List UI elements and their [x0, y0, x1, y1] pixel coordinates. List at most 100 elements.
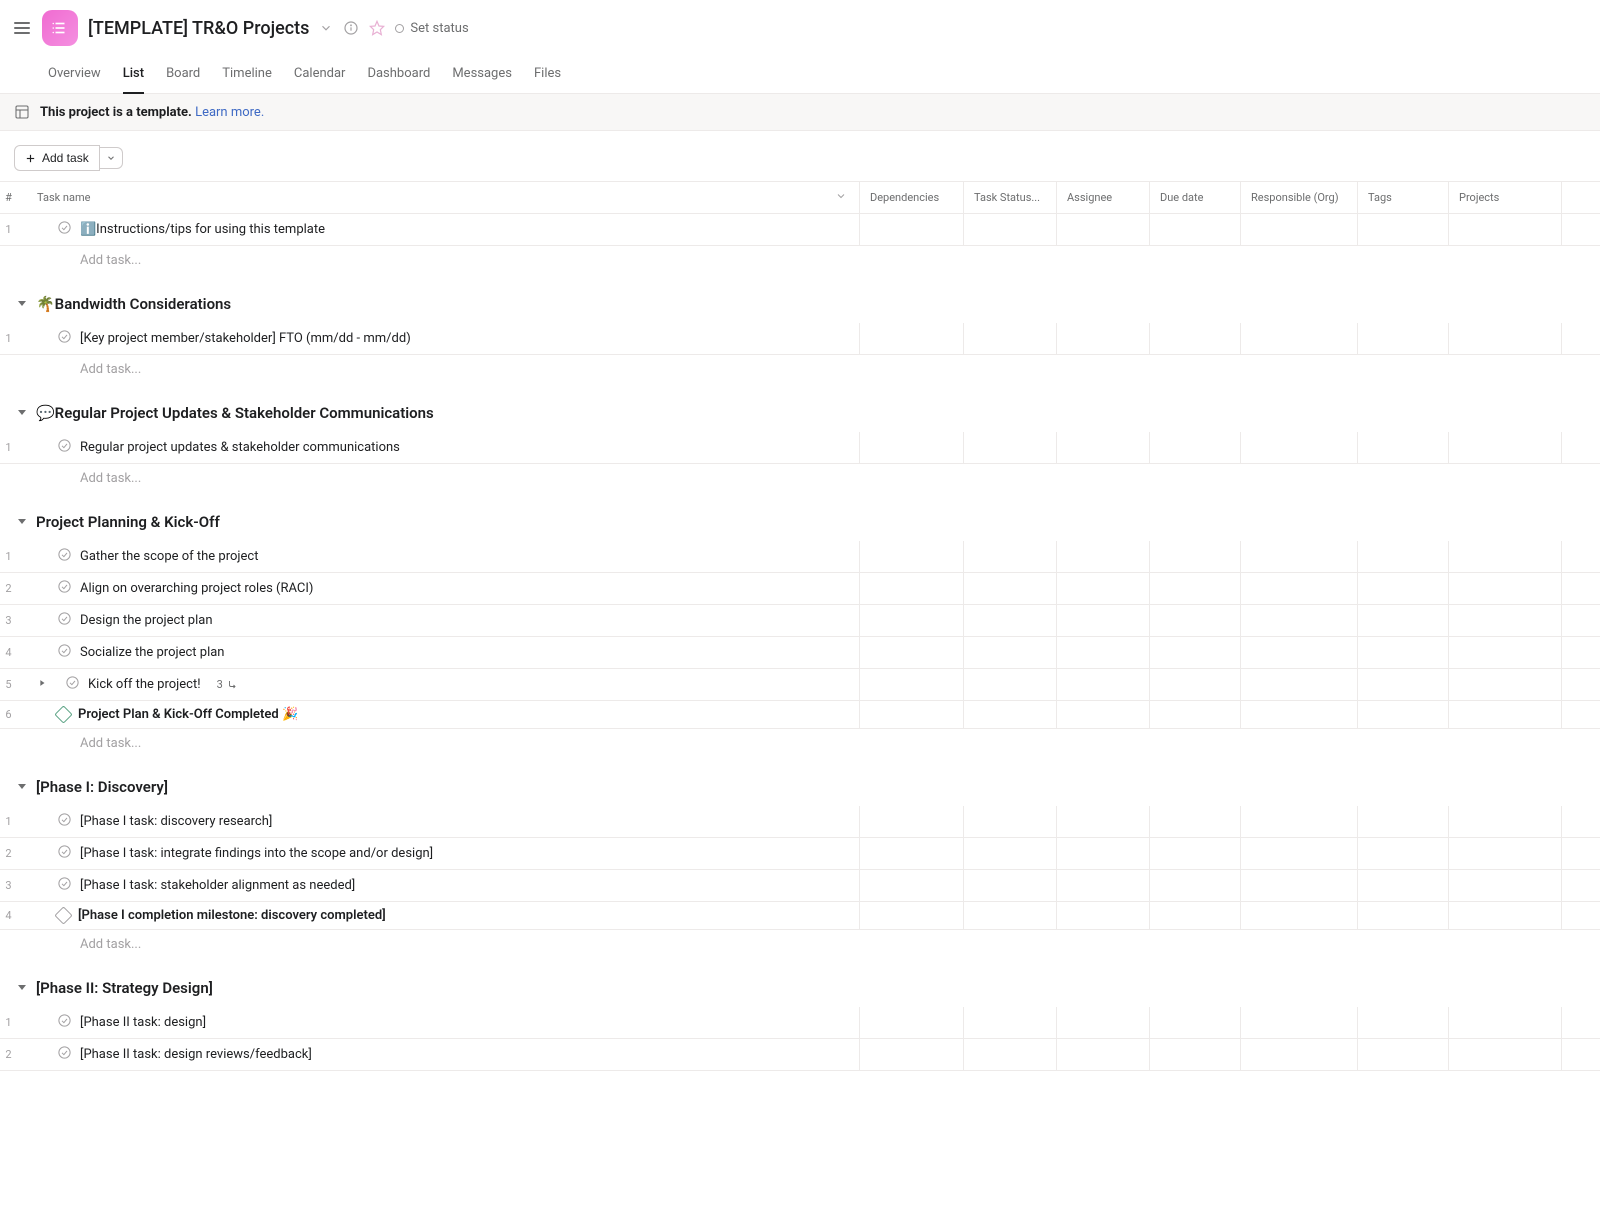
cell-tags[interactable] — [1358, 902, 1449, 929]
task-name-cell[interactable]: [Phase II task: design] — [17, 1007, 860, 1038]
star-icon[interactable] — [369, 20, 385, 36]
set-status-button[interactable]: Set status — [395, 21, 468, 36]
cell-assignee[interactable] — [1057, 214, 1150, 245]
task-name-cell[interactable]: Design the project plan — [17, 605, 860, 636]
cell-due[interactable] — [1150, 838, 1241, 869]
complete-check-icon[interactable] — [57, 329, 72, 348]
tab-list[interactable]: List — [123, 56, 144, 93]
cell-status[interactable] — [964, 605, 1057, 636]
cell-assignee[interactable] — [1057, 669, 1150, 700]
cell-tags[interactable] — [1358, 637, 1449, 668]
cell-dependencies[interactable] — [860, 806, 964, 837]
cell-due[interactable] — [1150, 432, 1241, 463]
cell-responsible[interactable] — [1241, 637, 1358, 668]
cell-tags[interactable] — [1358, 870, 1449, 901]
cell-assignee[interactable] — [1057, 541, 1150, 572]
task-name-cell[interactable]: [Phase I task: integrate findings into t… — [17, 838, 860, 869]
cell-tags[interactable] — [1358, 573, 1449, 604]
cell-assignee[interactable] — [1057, 870, 1150, 901]
menu-toggle-icon[interactable] — [12, 18, 32, 38]
tab-timeline[interactable]: Timeline — [222, 56, 272, 93]
col-task-name[interactable]: Task name — [17, 182, 860, 213]
chevron-down-icon[interactable] — [319, 21, 333, 35]
cell-tags[interactable] — [1358, 669, 1449, 700]
cell-status[interactable] — [964, 1007, 1057, 1038]
task-name-cell[interactable]: Regular project updates & stakeholder co… — [17, 432, 860, 463]
cell-responsible[interactable] — [1241, 323, 1358, 354]
cell-due[interactable] — [1150, 323, 1241, 354]
task-name-cell[interactable]: Align on overarching project roles (RACI… — [17, 573, 860, 604]
cell-due[interactable] — [1150, 870, 1241, 901]
cell-dependencies[interactable] — [860, 1039, 964, 1070]
table-row[interactable]: 2[Phase I task: integrate findings into … — [0, 838, 1600, 870]
table-row[interactable]: 2[Phase II task: design reviews/feedback… — [0, 1039, 1600, 1071]
table-row[interactable]: 1[Phase I task: discovery research] — [0, 806, 1600, 838]
table-row[interactable]: 4[Phase I completion milestone: discover… — [0, 902, 1600, 930]
chevron-down-icon[interactable] — [835, 190, 847, 205]
complete-check-icon[interactable] — [57, 812, 72, 831]
cell-dependencies[interactable] — [860, 838, 964, 869]
complete-check-icon[interactable] — [57, 844, 72, 863]
cell-due[interactable] — [1150, 701, 1241, 728]
tab-files[interactable]: Files — [534, 56, 561, 93]
section-header[interactable]: 🌴Bandwidth Considerations — [0, 275, 1600, 323]
cell-projects[interactable] — [1449, 1039, 1562, 1070]
cell-responsible[interactable] — [1241, 432, 1358, 463]
col-responsible[interactable]: Responsible (Org) — [1241, 182, 1358, 213]
table-row[interactable]: 5Kick off the project!3 — [0, 669, 1600, 701]
add-task-row[interactable]: Add task... — [0, 930, 1600, 959]
cell-projects[interactable] — [1449, 432, 1562, 463]
cell-status[interactable] — [964, 214, 1057, 245]
complete-check-icon[interactable] — [57, 1045, 72, 1064]
cell-projects[interactable] — [1449, 838, 1562, 869]
cell-projects[interactable] — [1449, 902, 1562, 929]
cell-status[interactable] — [964, 541, 1057, 572]
cell-projects[interactable] — [1449, 669, 1562, 700]
task-name-cell[interactable]: Socialize the project plan — [17, 637, 860, 668]
cell-responsible[interactable] — [1241, 902, 1358, 929]
add-task-button[interactable]: Add task — [14, 145, 100, 171]
cell-due[interactable] — [1150, 669, 1241, 700]
cell-tags[interactable] — [1358, 701, 1449, 728]
task-name-cell[interactable]: ℹ️Instructions/tips for using this templ… — [17, 214, 860, 245]
complete-check-icon[interactable] — [57, 1013, 72, 1032]
cell-dependencies[interactable] — [860, 637, 964, 668]
collapse-icon[interactable] — [16, 295, 28, 313]
subtask-count[interactable]: 3 — [217, 678, 238, 691]
add-task-dropdown[interactable] — [100, 147, 123, 169]
cell-responsible[interactable] — [1241, 605, 1358, 636]
cell-assignee[interactable] — [1057, 1007, 1150, 1038]
banner-link[interactable]: Learn more. — [195, 105, 264, 120]
task-name-cell[interactable]: Project Plan & Kick-Off Completed 🎉 — [17, 701, 860, 728]
tab-overview[interactable]: Overview — [48, 56, 101, 93]
complete-check-icon[interactable] — [57, 876, 72, 895]
cell-tags[interactable] — [1358, 432, 1449, 463]
cell-assignee[interactable] — [1057, 637, 1150, 668]
complete-check-icon[interactable] — [57, 547, 72, 566]
project-icon[interactable] — [42, 10, 78, 46]
cell-assignee[interactable] — [1057, 323, 1150, 354]
cell-dependencies[interactable] — [860, 541, 964, 572]
cell-projects[interactable] — [1449, 605, 1562, 636]
add-task-row[interactable]: Add task... — [0, 246, 1600, 275]
tab-calendar[interactable]: Calendar — [294, 56, 346, 93]
add-task-row[interactable]: Add task... — [0, 355, 1600, 384]
table-row[interactable]: 1[Phase II task: design] — [0, 1007, 1600, 1039]
section-header[interactable]: [Phase I: Discovery] — [0, 758, 1600, 806]
info-icon[interactable] — [343, 20, 359, 36]
task-name-cell[interactable]: [Phase II task: design reviews/feedback] — [17, 1039, 860, 1070]
cell-assignee[interactable] — [1057, 1039, 1150, 1070]
cell-tags[interactable] — [1358, 605, 1449, 636]
cell-status[interactable] — [964, 701, 1057, 728]
cell-assignee[interactable] — [1057, 701, 1150, 728]
table-row[interactable]: 1ℹ️Instructions/tips for using this temp… — [0, 214, 1600, 246]
col-add[interactable] — [1562, 182, 1600, 213]
col-projects[interactable]: Projects — [1449, 182, 1562, 213]
section-header[interactable]: [Phase II: Strategy Design] — [0, 959, 1600, 1007]
cell-status[interactable] — [964, 637, 1057, 668]
add-task-row[interactable]: Add task... — [0, 729, 1600, 758]
cell-responsible[interactable] — [1241, 1007, 1358, 1038]
col-due-date[interactable]: Due date — [1150, 182, 1241, 213]
project-title[interactable]: [TEMPLATE] TR&O Projects — [88, 18, 309, 39]
cell-responsible[interactable] — [1241, 838, 1358, 869]
